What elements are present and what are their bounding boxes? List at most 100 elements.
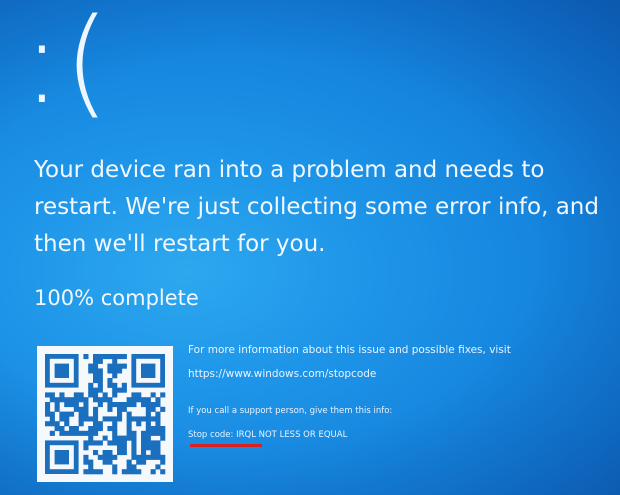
qr-finder-inner — [141, 363, 156, 378]
qr-module — [83, 440, 89, 446]
qr-module — [112, 373, 118, 379]
qr-module — [49, 430, 55, 436]
qr-module — [112, 402, 118, 408]
qr-module — [93, 450, 99, 456]
qr-module — [145, 426, 151, 432]
qr-module — [45, 406, 51, 412]
qr-module — [121, 469, 127, 475]
qr-module — [93, 397, 99, 403]
qr-module — [59, 416, 65, 422]
qr-module — [83, 445, 89, 451]
qr-module — [145, 454, 151, 460]
qr-module — [78, 392, 84, 398]
qr-module — [93, 406, 99, 412]
qr-module — [117, 416, 123, 422]
qr-module — [145, 435, 151, 441]
red-underline-annotation — [190, 444, 262, 447]
qr-module — [102, 454, 108, 460]
qr-module — [131, 397, 137, 403]
qr-module — [54, 402, 60, 408]
qr-module — [155, 397, 161, 403]
qr-module — [83, 406, 89, 412]
qr-module — [141, 435, 147, 441]
qr-module — [155, 430, 161, 436]
qr-module — [59, 426, 65, 432]
qr-module — [136, 459, 142, 465]
qr-module — [64, 430, 70, 436]
qr-module — [107, 378, 113, 384]
qr-module — [117, 354, 123, 360]
qr-module — [97, 387, 103, 393]
qr-module — [112, 363, 118, 369]
qr-module — [155, 411, 161, 417]
qr-module — [145, 430, 151, 436]
qr-module — [117, 440, 123, 446]
error-headline: Your device ran into a problem and needs… — [34, 157, 599, 257]
qr-module — [136, 469, 142, 475]
qr-module — [78, 430, 84, 436]
stop-code-line: Stop code: IRQL NOT LESS OR EQUAL — [188, 430, 347, 440]
qr-module — [83, 459, 89, 465]
qr-module — [78, 397, 84, 403]
qr-module — [83, 430, 89, 436]
qr-module — [97, 368, 103, 374]
qr-module — [150, 440, 156, 446]
qr-module — [73, 402, 79, 408]
qr-module — [121, 450, 127, 456]
qr-module — [93, 421, 99, 427]
qr-module — [69, 430, 75, 436]
qr-module — [102, 435, 108, 441]
qr-module — [160, 426, 166, 432]
qr-module — [160, 435, 166, 441]
qr-module — [69, 411, 75, 417]
qr-module — [141, 459, 147, 465]
qr-module — [112, 435, 118, 441]
qr-module — [150, 402, 156, 408]
qr-module — [131, 454, 137, 460]
qr-module — [131, 450, 137, 456]
qr-module — [112, 358, 118, 364]
more-info-text: For more information about this issue an… — [188, 344, 511, 356]
qr-module — [150, 416, 156, 422]
qr-module — [97, 440, 103, 446]
qr-module — [136, 397, 142, 403]
qr-module — [117, 450, 123, 456]
qr-module — [54, 421, 60, 427]
qr-module — [93, 440, 99, 446]
qr-module — [78, 421, 84, 427]
qr-module — [88, 368, 94, 374]
qr-module — [131, 430, 137, 436]
qr-module — [155, 426, 161, 432]
qr-module — [112, 430, 118, 436]
qr-module — [126, 435, 132, 441]
qr-module — [155, 445, 161, 451]
qr-module — [97, 469, 103, 475]
qr-module — [121, 387, 127, 393]
qr-module — [150, 406, 156, 412]
qr-module — [54, 406, 60, 412]
qr-module — [141, 450, 147, 456]
qr-module — [150, 430, 156, 436]
qr-module — [126, 430, 132, 436]
qr-module — [160, 392, 166, 398]
qr-module — [97, 421, 103, 427]
qr-module — [141, 397, 147, 403]
qr-module — [107, 426, 113, 432]
qr-module — [121, 406, 127, 412]
qr-module — [83, 397, 89, 403]
qr-code — [37, 346, 173, 482]
qr-module — [107, 454, 113, 460]
qr-module — [131, 445, 137, 451]
qr-module — [131, 469, 137, 475]
qr-module — [78, 416, 84, 422]
qr-module — [155, 402, 161, 408]
stop-code-value: IRQL NOT LESS OR EQUAL — [236, 430, 348, 440]
qr-module — [117, 387, 123, 393]
qr-module — [54, 426, 60, 432]
qr-module — [155, 450, 161, 456]
qr-module — [160, 406, 166, 412]
qr-module — [102, 459, 108, 465]
qr-module — [117, 445, 123, 451]
qr-module — [136, 454, 142, 460]
qr-module — [160, 454, 166, 460]
